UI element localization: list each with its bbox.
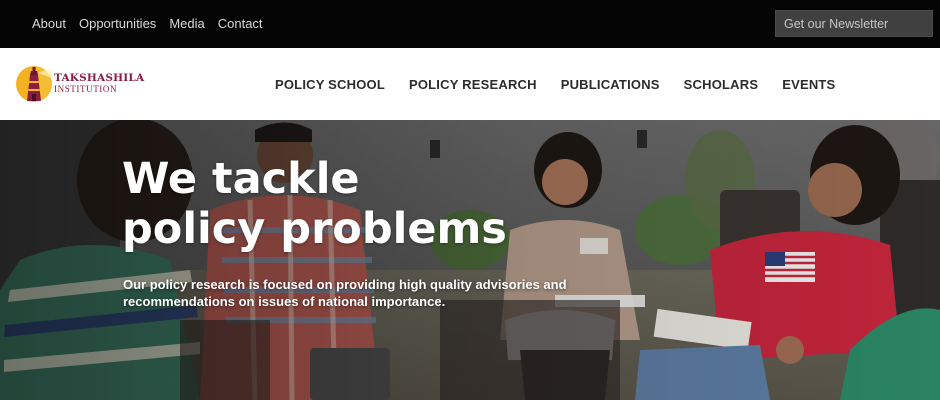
top-link-contact[interactable]: Contact: [218, 16, 263, 31]
lighthouse-logo-icon: [16, 66, 52, 102]
logo-subtitle: INSTITUTION: [54, 84, 118, 94]
top-bar: About Opportunities Media Contact Get ou…: [0, 0, 940, 48]
top-links: About Opportunities Media Contact: [32, 16, 263, 31]
logo[interactable]: TAKSHASHILA INSTITUTION: [14, 63, 144, 105]
main-nav: POLICY SCHOOL POLICY RESEARCH PUBLICATIO…: [275, 77, 835, 92]
top-link-opportunities[interactable]: Opportunities: [79, 16, 156, 31]
nav-policy-research[interactable]: POLICY RESEARCH: [409, 77, 537, 92]
top-link-about[interactable]: About: [32, 16, 66, 31]
nav-policy-school[interactable]: POLICY SCHOOL: [275, 77, 385, 92]
logo-text: TAKSHASHILA INSTITUTION: [54, 72, 144, 94]
logo-name: TAKSHASHILA: [54, 72, 145, 84]
nav-publications[interactable]: PUBLICATIONS: [561, 77, 660, 92]
site-header: TAKSHASHILA INSTITUTION POLICY SCHOOL PO…: [0, 48, 940, 120]
nav-scholars[interactable]: SCHOLARS: [684, 77, 759, 92]
hero-banner: We tackle policy problems Our policy res…: [0, 120, 940, 400]
hero-title-line-2: policy problems: [122, 204, 507, 254]
newsletter-button[interactable]: Get our Newsletter: [775, 10, 933, 37]
hero-title-line-1: We tackle: [122, 154, 360, 204]
top-link-media[interactable]: Media: [169, 16, 204, 31]
nav-events[interactable]: EVENTS: [782, 77, 835, 92]
hero-title: We tackle policy problems: [122, 154, 507, 254]
hero-subtitle: Our policy research is focused on provid…: [123, 277, 567, 309]
